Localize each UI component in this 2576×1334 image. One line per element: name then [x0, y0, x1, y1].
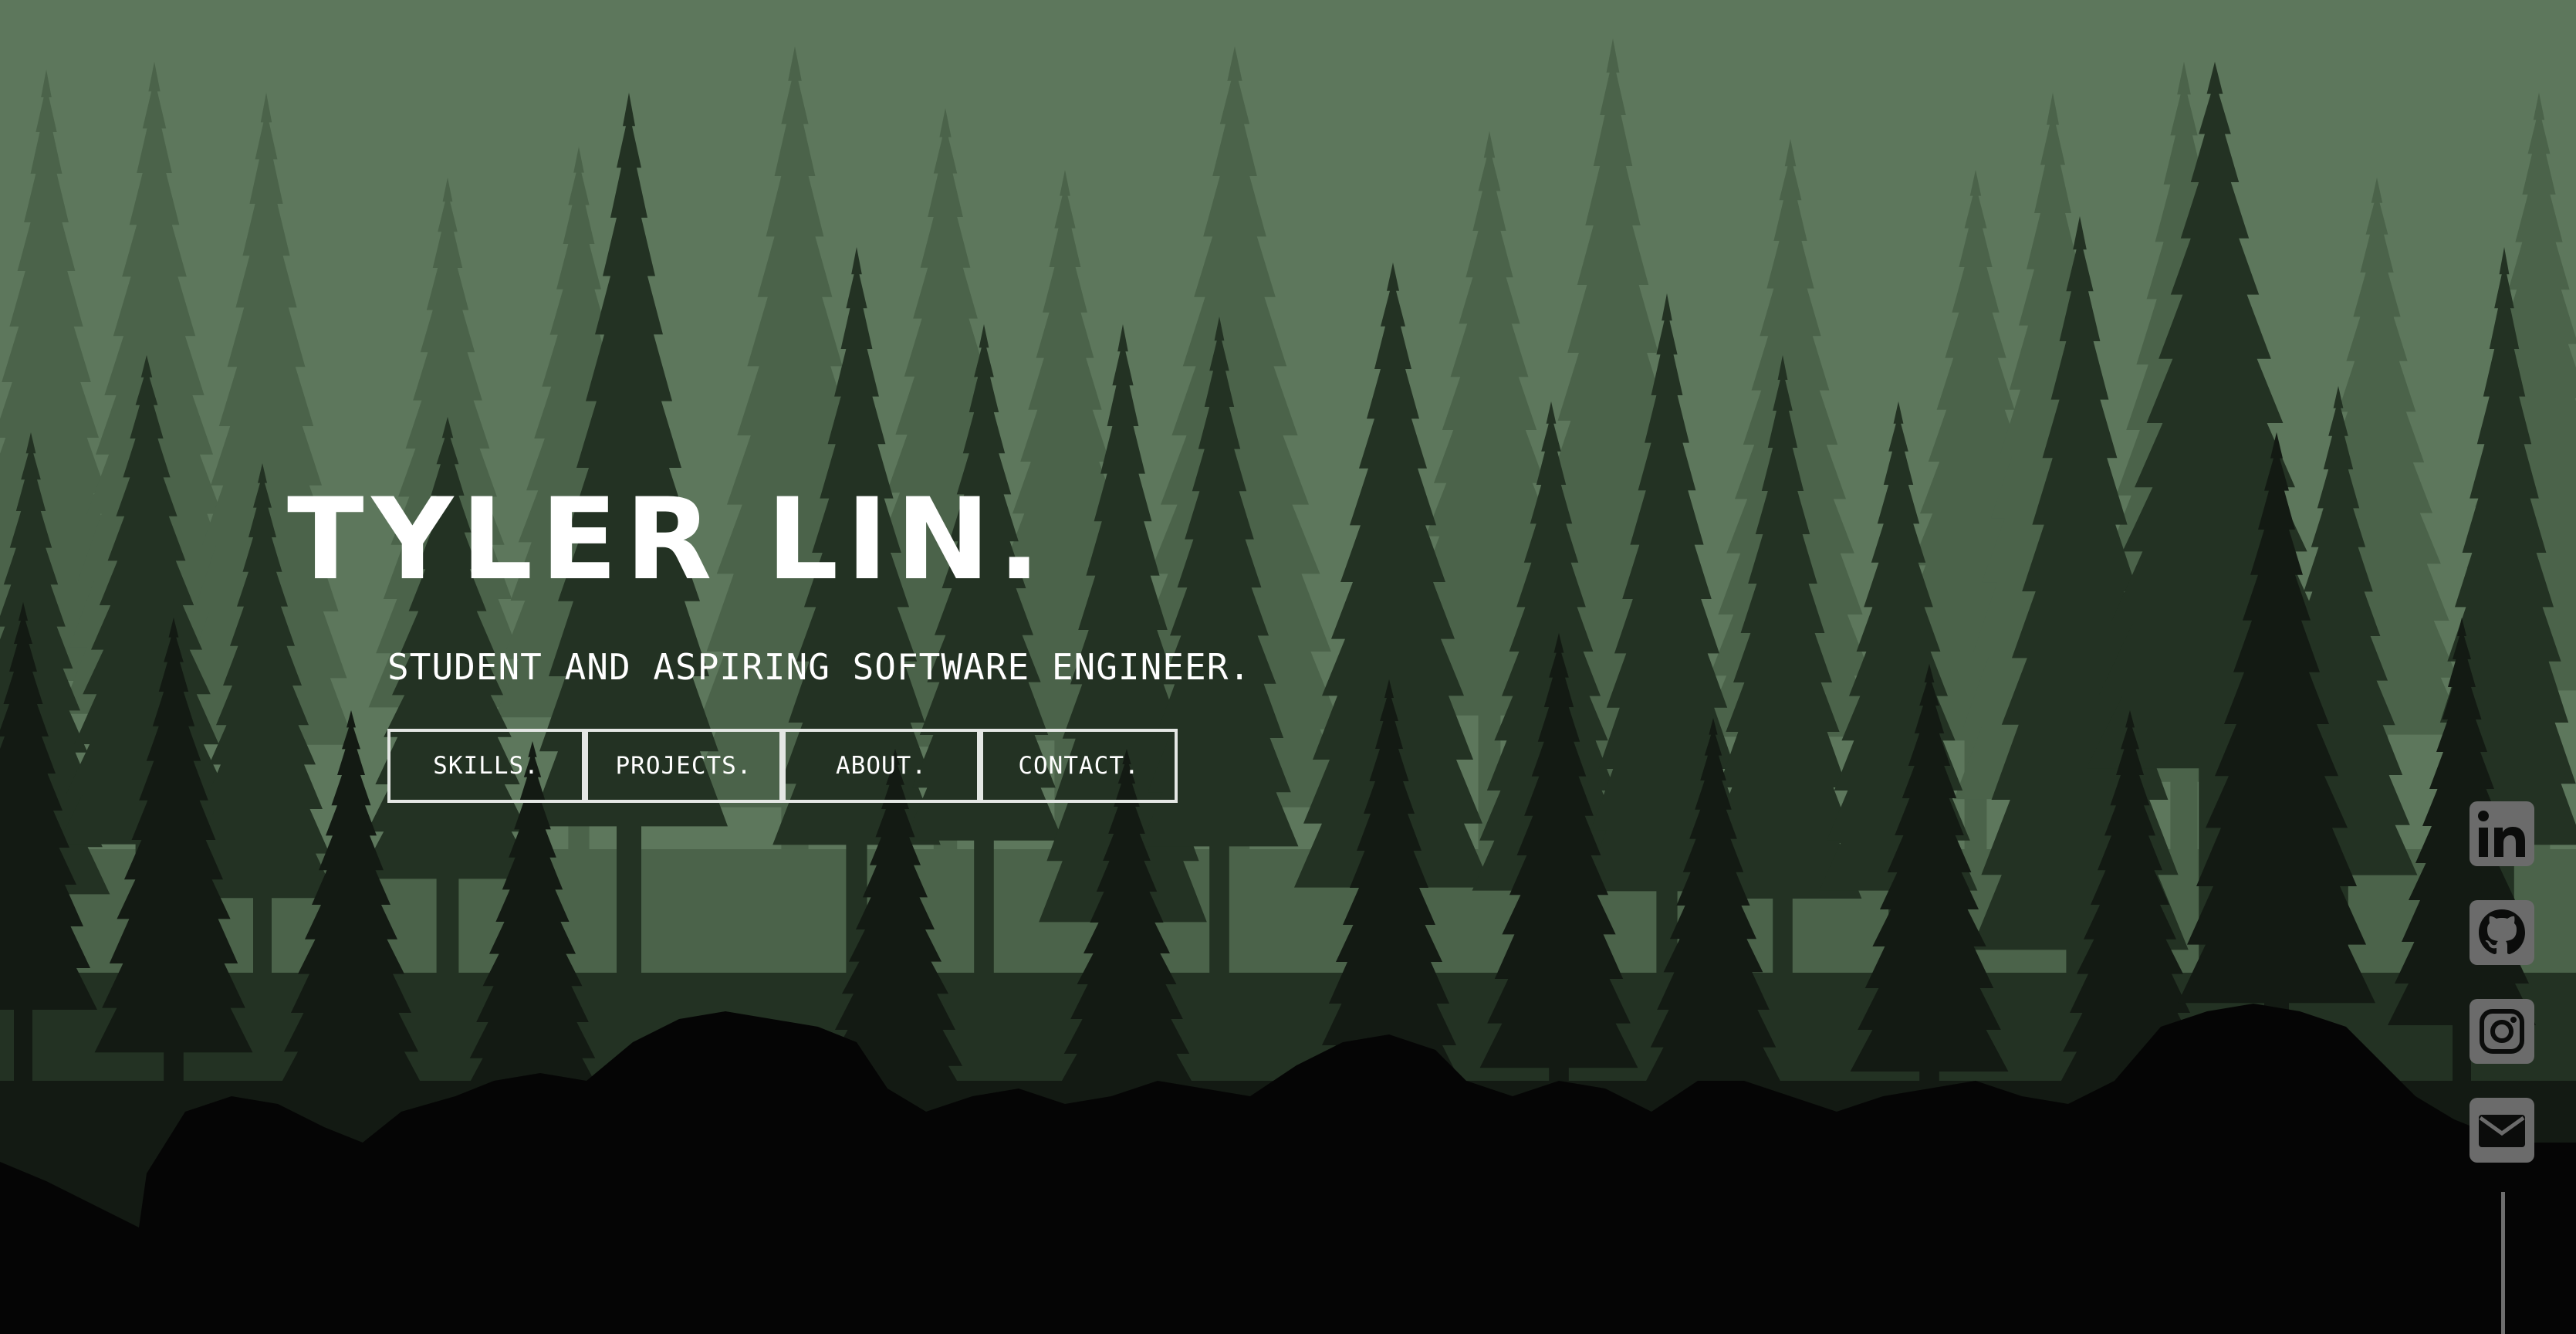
scroll-indicator [2501, 1192, 2505, 1334]
instagram-link[interactable] [2468, 997, 2536, 1065]
skills-button[interactable]: SKILLS. [387, 729, 585, 803]
projects-button[interactable]: PROJECTS. [585, 729, 783, 803]
page-title: TYLER LIN. [287, 474, 1049, 605]
section-nav: SKILLS. PROJECTS. ABOUT. CONTACT. [387, 729, 1178, 803]
social-links [2468, 800, 2537, 1195]
github-link[interactable] [2468, 899, 2536, 967]
hero-section: TYLER LIN. STUDENT AND ASPIRING SOFTWARE… [0, 0, 2576, 1334]
linkedin-link[interactable] [2468, 800, 2536, 868]
instagram-icon [2470, 999, 2534, 1064]
tagline: STUDENT AND ASPIRING SOFTWARE ENGINEER. [387, 646, 1252, 688]
linkedin-icon [2470, 801, 2534, 866]
portfolio-landing-page: TYLER LIN. STUDENT AND ASPIRING SOFTWARE… [0, 0, 2576, 1334]
mail-icon [2470, 1098, 2534, 1163]
github-icon [2470, 900, 2534, 965]
email-link[interactable] [2468, 1096, 2536, 1164]
about-button[interactable]: ABOUT. [783, 729, 980, 803]
contact-button[interactable]: CONTACT. [980, 729, 1178, 803]
